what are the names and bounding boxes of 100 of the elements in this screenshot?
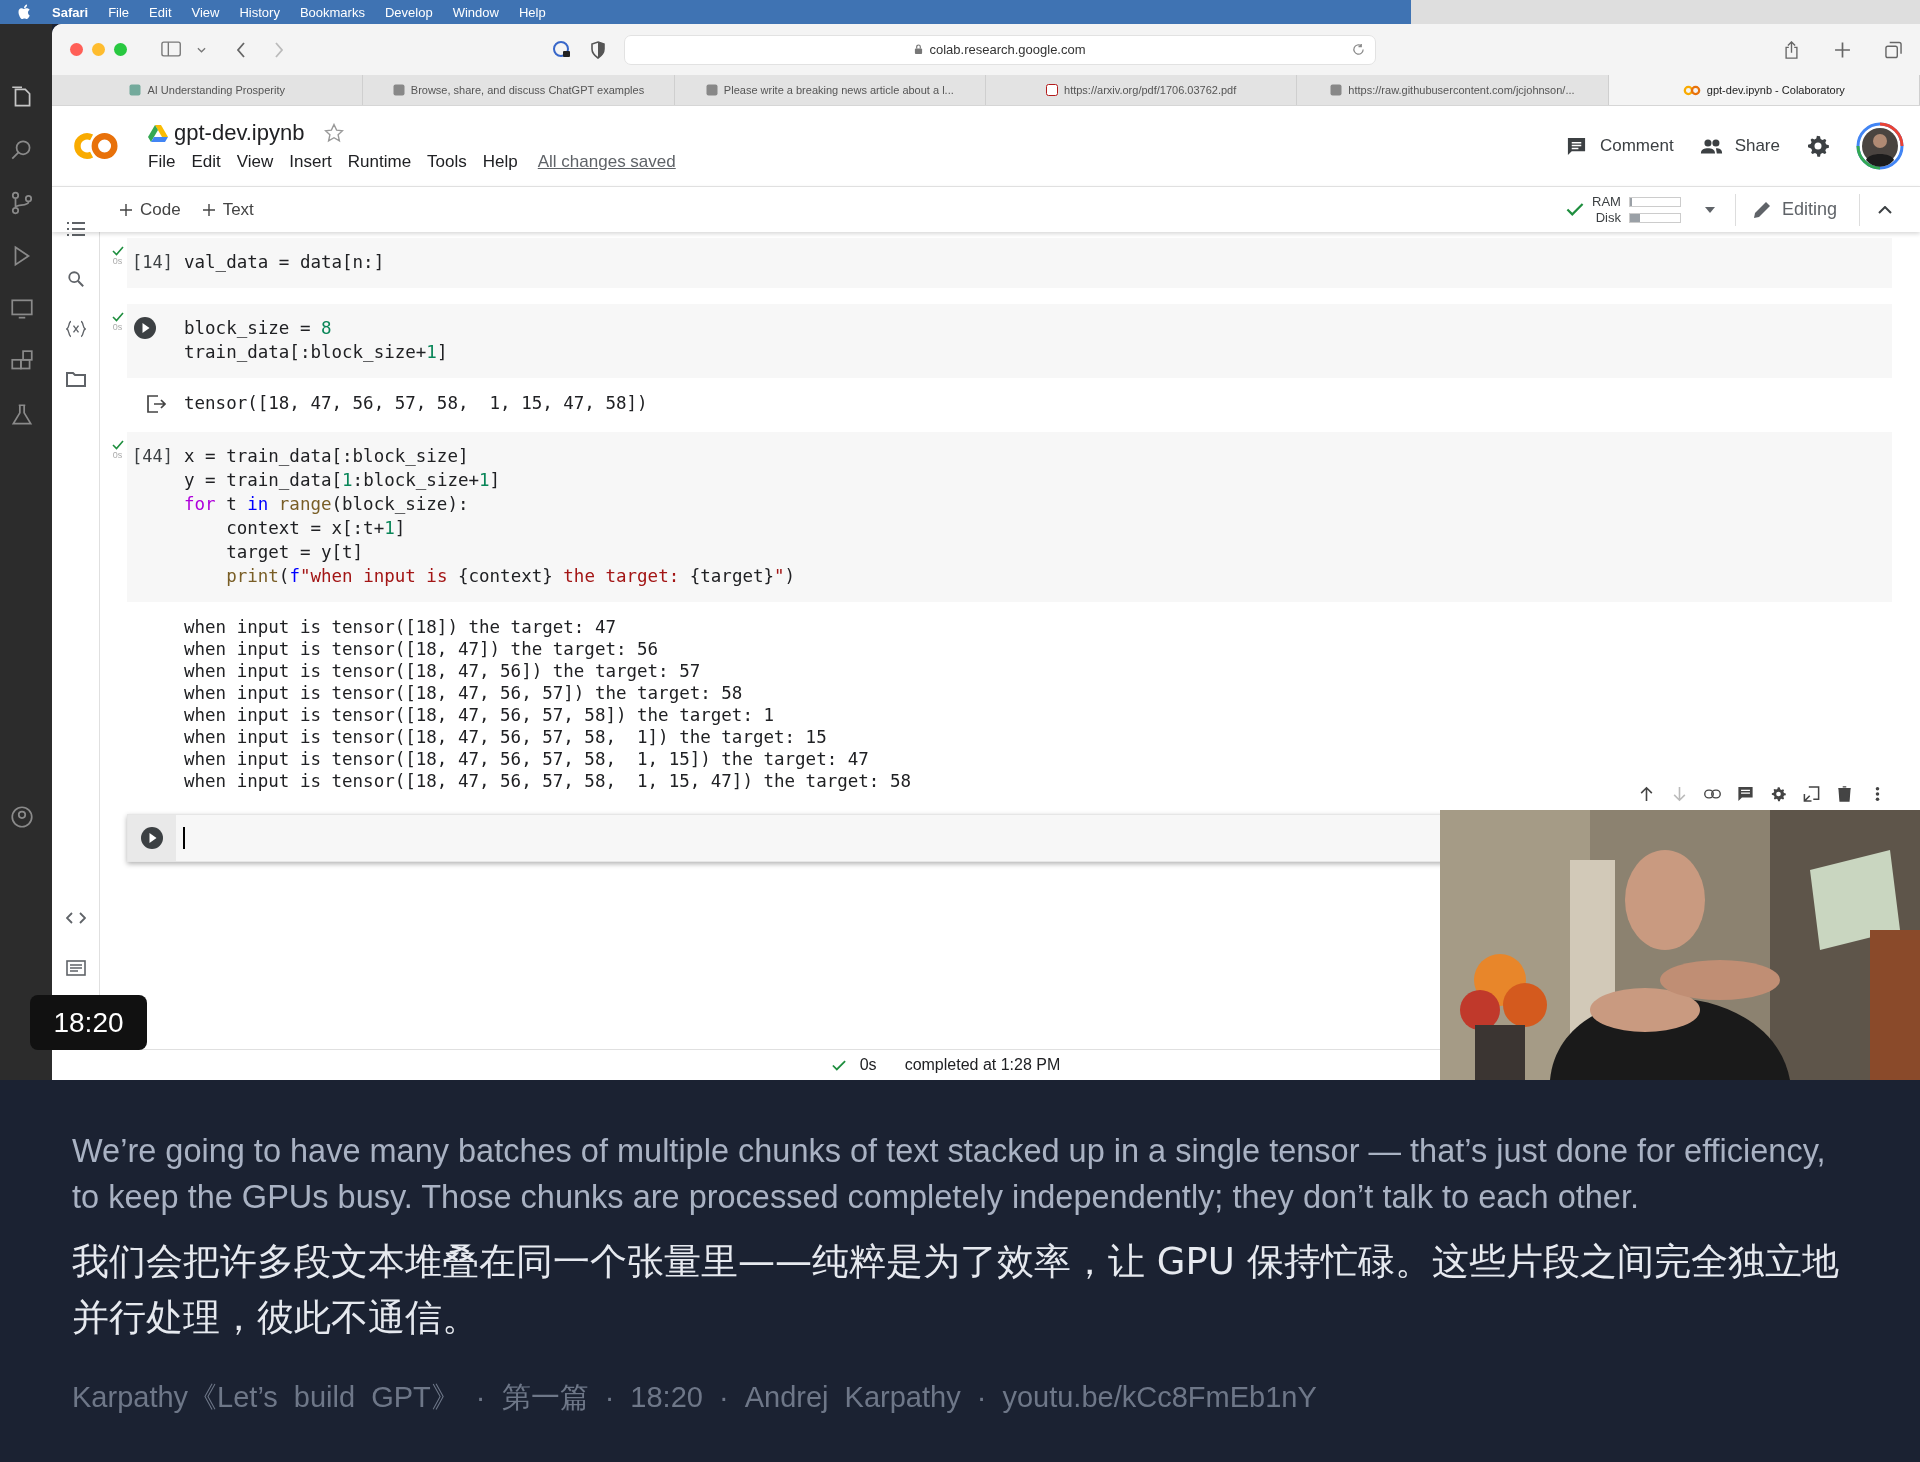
monitor-icon[interactable] (9, 296, 35, 322)
run-button[interactable] (140, 826, 164, 850)
execution-time: 0s (112, 256, 123, 266)
text-cursor (183, 827, 185, 849)
page-icon (129, 84, 142, 96)
share-button[interactable]: Share (1699, 135, 1780, 157)
output-line: when input is tensor([18, 47, 56, 57, 58, 1, 15, 47]) the target: 58 (184, 770, 911, 792)
browser-tab[interactable]: AI Understanding Prosperity (52, 75, 364, 105)
apple-icon[interactable] (18, 4, 32, 20)
page-icon (392, 84, 405, 96)
terminal-icon[interactable] (65, 959, 86, 977)
execution-count: [44] (132, 445, 173, 468)
dropdown-icon[interactable] (1704, 206, 1715, 213)
mirror-icon[interactable] (1803, 786, 1820, 802)
browser-tab[interactable]: Please write a breaking news article about a l... (674, 75, 986, 105)
chevron-down-icon[interactable] (197, 46, 206, 53)
reload-icon[interactable] (1352, 42, 1365, 56)
address-bar[interactable]: colab.research.google.com (624, 34, 1376, 65)
source-caption: Karpathy《Let’s build GPT》 · 第一篇 · 18:20 · Andrej Karpathy · youtu.be/kCc8FmEb1nY (72, 1380, 1318, 1415)
settings-icon[interactable] (1770, 786, 1787, 802)
status-message: completed at 1:28 PM (904, 1056, 1061, 1074)
page-icon (1046, 84, 1058, 96)
notebook-title[interactable]: gpt-dev.ipynb (174, 120, 305, 146)
code-line: print(f"when input is {context} the target: {target}") (225, 565, 796, 588)
plus-icon (120, 203, 132, 216)
lock-icon (914, 44, 924, 55)
output-line: when input is tensor([18]) the target: 47 (184, 616, 617, 638)
comment-icon[interactable] (1737, 786, 1754, 802)
tabs-overview-icon[interactable] (1885, 40, 1902, 59)
timestamp-badge: 18:20 (30, 995, 147, 1050)
code-line: y = train_data[1:block_size+1] (184, 469, 502, 492)
output-line: when input is tensor([18, 47, 56, 57, 58, 1, 15]) the target: 47 (184, 748, 870, 770)
menu-item[interactable]: Help (518, 4, 546, 20)
menu-item[interactable]: File (108, 4, 130, 20)
variables-icon[interactable] (65, 320, 86, 338)
disk-label: Disk (1595, 210, 1621, 225)
browser-tab[interactable]: Browse, share, and discuss ChatGPT examples (363, 75, 675, 105)
output-line: when input is tensor([18, 47, 56]) the target: 57 (184, 660, 702, 682)
browser-tab[interactable]: gpt-dev.ipynb - Colaboratory (1608, 75, 1920, 105)
plus-icon[interactable] (1834, 40, 1851, 59)
menu-item[interactable]: File (148, 152, 176, 172)
code-cell[interactable]: block_size = 8 train_data[:block_size+1] (127, 304, 1892, 378)
menu-item[interactable]: Safari (52, 4, 89, 20)
run-button[interactable] (133, 316, 157, 340)
menu-item[interactable]: View (191, 4, 220, 20)
share-icon[interactable] (1783, 40, 1800, 59)
menu-item[interactable]: View (236, 152, 274, 172)
check-icon (1566, 203, 1585, 216)
output-line: when input is tensor([18, 47, 56, 57]) the target: 58 (184, 682, 744, 704)
account-icon[interactable] (9, 804, 35, 830)
menu-item[interactable]: History (239, 4, 280, 20)
menu-item[interactable]: Edit (191, 152, 221, 172)
sidebar-icon[interactable] (161, 41, 183, 58)
link-icon[interactable] (1704, 786, 1721, 802)
plus-icon (202, 203, 215, 216)
drive-icon (148, 124, 168, 142)
trash-icon[interactable] (1836, 786, 1853, 802)
avatar[interactable] (1856, 122, 1904, 170)
close-button[interactable] (70, 43, 83, 56)
browser-tab[interactable]: https://raw.githubusercontent.com/jcjohnson/... (1297, 75, 1609, 105)
menu-item[interactable]: Tools (427, 152, 467, 172)
chevron-up-icon[interactable] (1878, 205, 1892, 214)
menu-item[interactable]: Window (452, 4, 499, 20)
output-line: when input is tensor([18, 47, 56, 57, 58]) the target: 1 (184, 704, 775, 726)
output-icon[interactable] (145, 395, 166, 413)
menu-item[interactable]: Bookmarks (299, 4, 365, 20)
arrow-up-icon[interactable] (1638, 786, 1655, 802)
flask-icon[interactable] (9, 402, 35, 428)
shield-icon[interactable] (588, 39, 608, 60)
check-icon (831, 1059, 846, 1071)
save-status-link[interactable]: All changes saved (537, 152, 676, 172)
star-icon[interactable] (324, 123, 345, 143)
browser-tab[interactable]: https://arxiv.org/pdf/1706.03762.pdf (986, 75, 1298, 105)
folder-icon[interactable] (65, 370, 86, 388)
code-cell[interactable]: [44] x = train_data[:block_size] y = train_data[1:block_size+1] for t in range(block_size): context = x[:t+1] target = y[t] print(f"when input is {context} the target: {target}") (127, 432, 1892, 602)
output-line: when input is tensor([18, 47]) the target: 56 (184, 638, 660, 660)
menu-item[interactable]: Help (482, 152, 518, 172)
branch-icon[interactable] (9, 190, 35, 216)
menu-item[interactable]: Insert (289, 152, 332, 172)
execution-time: 0s (112, 322, 123, 332)
menu-item[interactable]: Runtime (347, 152, 412, 172)
add-text-button[interactable]: Text (202, 199, 254, 220)
code-line: block_size = 8 (184, 317, 333, 340)
menu-item[interactable]: Develop (384, 4, 433, 20)
add-code-button[interactable]: Code (120, 199, 181, 220)
list-icon[interactable] (65, 220, 86, 238)
comment-button[interactable]: Comment (1564, 135, 1674, 157)
menu-item[interactable]: Edit (149, 4, 172, 20)
editing-button[interactable]: Editing (1735, 199, 1859, 220)
settings-icon[interactable] (1806, 134, 1830, 158)
page-icon (1330, 84, 1343, 96)
subtitle-translation: 我们会把许多段文本堆叠在同一个张量里——纯粹是为了效率，让 GPU 保持忙碌。这些片段之间完全独立地并行处理，彼此不通信。 (72, 1239, 1840, 1341)
code-line: val_data = data[n:] (184, 251, 385, 274)
execution-time: 0s (112, 450, 123, 460)
status-time: 0s (859, 1056, 877, 1074)
rings-icon (1682, 84, 1701, 96)
code-line: for t in range(block_size): (184, 493, 470, 516)
back-icon[interactable] (236, 41, 246, 58)
code-cell[interactable]: [14] val_data = data[n:] (127, 238, 1892, 288)
search-icon[interactable] (65, 270, 86, 288)
